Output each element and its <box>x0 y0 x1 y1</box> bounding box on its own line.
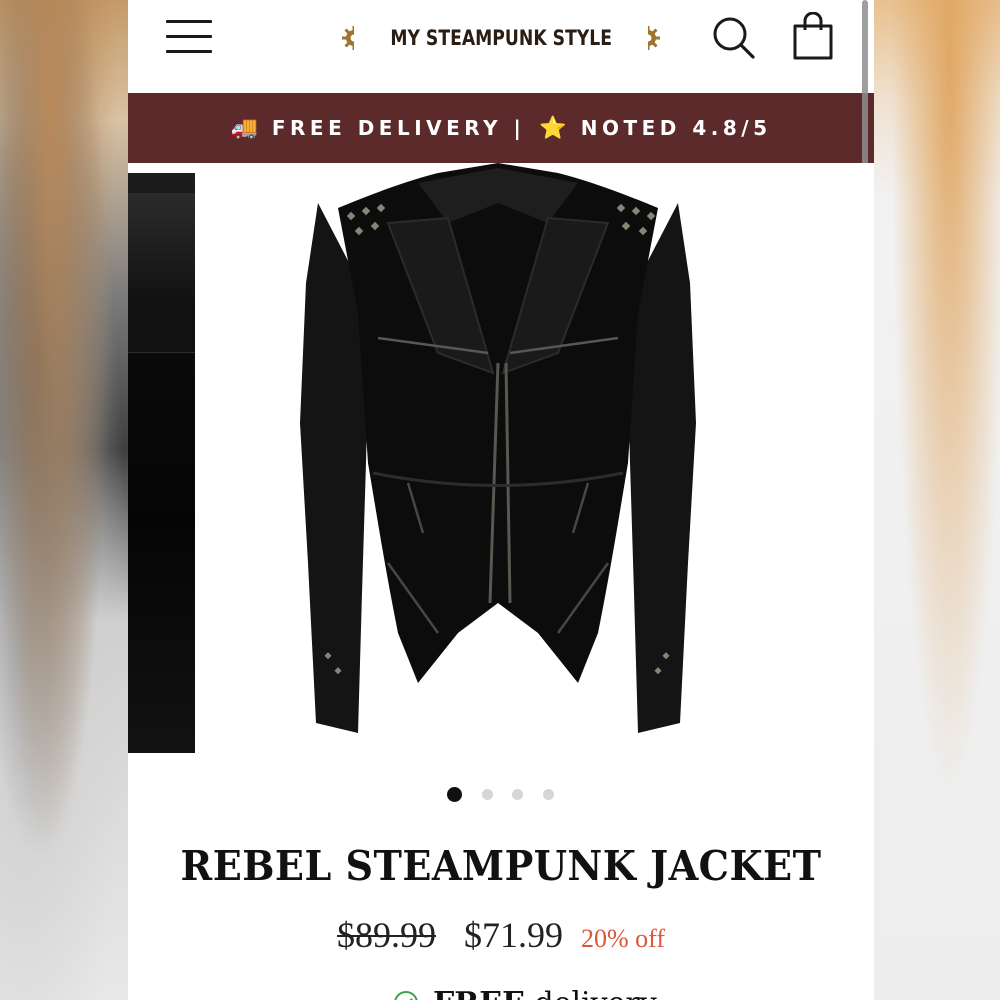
gear-left-icon <box>341 26 366 50</box>
previous-slide-image[interactable] <box>128 173 195 753</box>
site-header: MY STEAMPUNK STYLE <box>128 0 874 93</box>
truck-icon: 🚚 <box>230 115 258 141</box>
product-image-gallery[interactable] <box>128 163 874 775</box>
sale-price: $71.99 <box>463 915 563 955</box>
star-icon: ⭐ <box>539 115 567 141</box>
background-blur-left <box>0 0 128 1000</box>
hamburger-menu-icon[interactable] <box>166 20 214 54</box>
pagination-dot-2[interactable] <box>482 789 493 800</box>
mobile-page: MY STEAMPUNK STYLE 🚚 FREE DELIVERY | ⭐ N… <box>128 0 874 1000</box>
background-blur-right <box>874 0 1000 1000</box>
rating-text: NOTED 4.8/5 <box>580 116 772 140</box>
announcement-bar: 🚚 FREE DELIVERY | ⭐ NOTED 4.8/5 <box>128 93 874 163</box>
shopping-bag-icon[interactable] <box>791 12 835 60</box>
original-price: $89.99 <box>336 915 436 955</box>
gallery-pagination <box>128 786 874 806</box>
product-image-jacket[interactable] <box>278 163 718 763</box>
check-circle-icon <box>394 991 418 1000</box>
site-logo[interactable]: MY STEAMPUNK STYLE <box>341 17 661 59</box>
gear-right-icon <box>636 26 661 50</box>
delivery-rest: delivery <box>525 986 657 1000</box>
pagination-dot-4[interactable] <box>543 789 554 800</box>
pagination-dot-1[interactable] <box>447 787 462 802</box>
delivery-label: FREE delivery <box>433 986 657 1000</box>
logo-text: MY STEAMPUNK STYLE <box>390 26 612 50</box>
discount-badge: 20% off <box>580 924 665 953</box>
delivery-strong: FREE <box>433 986 525 1000</box>
product-title: REBEL STEAMPUNK JACKET <box>180 842 822 890</box>
free-delivery-row: FREE delivery <box>393 983 657 1000</box>
pagination-dot-3[interactable] <box>512 789 523 800</box>
price-row: $89.99 $71.99 20% off <box>128 914 874 958</box>
search-icon[interactable] <box>711 15 757 61</box>
free-delivery-text: FREE DELIVERY | <box>271 116 526 140</box>
